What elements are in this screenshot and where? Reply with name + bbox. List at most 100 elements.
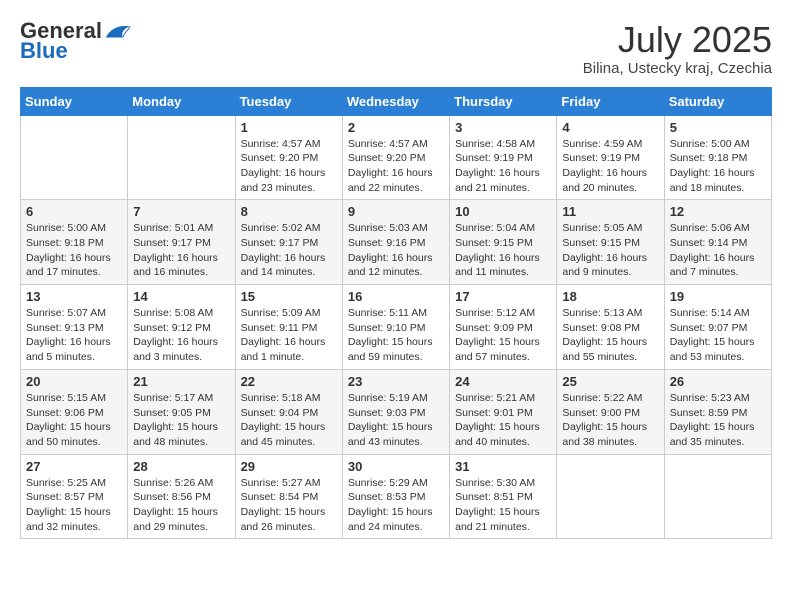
day-number: 16: [348, 289, 444, 304]
page-header: General Blue July 2025 Bilina, Ustecky k…: [20, 20, 772, 77]
calendar-cell: 24 Sunrise: 5:21 AM Sunset: 9:01 PM Dayli…: [450, 369, 557, 454]
calendar-cell: 25 Sunrise: 5:22 AM Sunset: 9:00 PM Dayli…: [557, 369, 664, 454]
calendar-cell: 26 Sunrise: 5:23 AM Sunset: 8:59 PM Dayli…: [664, 369, 771, 454]
calendar-week-row: 20Sunrise: 5:15 AM Sunset: 9:06 PM Dayli…: [21, 369, 772, 454]
day-info: Sunrise: 5:25 AM Sunset: 8:57 PM Dayligh…: [26, 476, 122, 535]
calendar-cell: 22 Sunrise: 5:18 AM Sunset: 9:04 PM Dayli…: [235, 369, 342, 454]
calendar-cell: [557, 454, 664, 539]
calendar-week-row: 1 Sunrise: 4:57 AM Sunset: 9:20 PM Daylig…: [21, 115, 772, 200]
day-info: Sunrise: 5:21 AM Sunset: 9:01 PM Dayligh…: [455, 391, 551, 450]
day-number: 18: [562, 289, 658, 304]
day-number: 27: [26, 459, 122, 474]
day-number: 26: [670, 374, 766, 389]
month-title: July 2025: [583, 20, 772, 60]
location-text: Bilina, Ustecky kraj, Czechia: [583, 60, 772, 77]
day-number: 6: [26, 204, 122, 219]
day-info: Sunrise: 5:03 AM Sunset: 9:16 PM Dayligh…: [348, 221, 444, 280]
calendar-cell: [664, 454, 771, 539]
day-info: Sunrise: 5:00 AM Sunset: 9:18 PM Dayligh…: [670, 137, 766, 196]
calendar-week-row: 13Sunrise: 5:07 AM Sunset: 9:13 PM Dayli…: [21, 285, 772, 370]
day-number: 8: [241, 204, 337, 219]
day-number: 5: [670, 120, 766, 135]
calendar-cell: 6 Sunrise: 5:00 AM Sunset: 9:18 PM Daylig…: [21, 200, 128, 285]
calendar-table: SundayMondayTuesdayWednesdayThursdayFrid…: [20, 87, 772, 540]
logo: General Blue: [20, 20, 132, 64]
day-number: 4: [562, 120, 658, 135]
day-number: 19: [670, 289, 766, 304]
calendar-cell: 15 Sunrise: 5:09 AM Sunset: 9:11 PM Dayli…: [235, 285, 342, 370]
day-info: Sunrise: 4:59 AM Sunset: 9:19 PM Dayligh…: [562, 137, 658, 196]
day-info: Sunrise: 5:12 AM Sunset: 9:09 PM Dayligh…: [455, 306, 551, 365]
calendar-cell: 16 Sunrise: 5:11 AM Sunset: 9:10 PM Dayli…: [342, 285, 449, 370]
day-number: 29: [241, 459, 337, 474]
logo-bird-icon: [104, 20, 132, 42]
calendar-week-row: 6 Sunrise: 5:00 AM Sunset: 9:18 PM Daylig…: [21, 200, 772, 285]
day-number: 17: [455, 289, 551, 304]
day-number: 12: [670, 204, 766, 219]
weekday-header: Saturday: [664, 87, 771, 115]
calendar-cell: 8 Sunrise: 5:02 AM Sunset: 9:17 PM Daylig…: [235, 200, 342, 285]
day-info: Sunrise: 5:00 AM Sunset: 9:18 PM Dayligh…: [26, 221, 122, 280]
calendar-cell: 30 Sunrise: 5:29 AM Sunset: 8:53 PM Dayli…: [342, 454, 449, 539]
day-info: Sunrise: 5:09 AM Sunset: 9:11 PM Dayligh…: [241, 306, 337, 365]
weekday-header: Thursday: [450, 87, 557, 115]
day-number: 10: [455, 204, 551, 219]
day-number: 30: [348, 459, 444, 474]
day-number: 14: [133, 289, 229, 304]
calendar-cell: 3 Sunrise: 4:58 AM Sunset: 9:19 PM Daylig…: [450, 115, 557, 200]
day-info: Sunrise: 4:57 AM Sunset: 9:20 PM Dayligh…: [241, 137, 337, 196]
calendar-cell: 31 Sunrise: 5:30 AM Sunset: 8:51 PM Dayli…: [450, 454, 557, 539]
calendar-header-row: SundayMondayTuesdayWednesdayThursdayFrid…: [21, 87, 772, 115]
day-info: Sunrise: 5:27 AM Sunset: 8:54 PM Dayligh…: [241, 476, 337, 535]
calendar-cell: 13Sunrise: 5:07 AM Sunset: 9:13 PM Dayli…: [21, 285, 128, 370]
day-number: 25: [562, 374, 658, 389]
calendar-cell: 23Sunrise: 5:19 AM Sunset: 9:03 PM Dayli…: [342, 369, 449, 454]
title-block: July 2025 Bilina, Ustecky kraj, Czechia: [583, 20, 772, 77]
day-number: 22: [241, 374, 337, 389]
day-number: 3: [455, 120, 551, 135]
day-info: Sunrise: 5:19 AM Sunset: 9:03 PM Dayligh…: [348, 391, 444, 450]
day-number: 2: [348, 120, 444, 135]
calendar-cell: 1 Sunrise: 4:57 AM Sunset: 9:20 PM Daylig…: [235, 115, 342, 200]
day-info: Sunrise: 4:58 AM Sunset: 9:19 PM Dayligh…: [455, 137, 551, 196]
day-info: Sunrise: 5:30 AM Sunset: 8:51 PM Dayligh…: [455, 476, 551, 535]
calendar-cell: 9 Sunrise: 5:03 AM Sunset: 9:16 PM Daylig…: [342, 200, 449, 285]
day-number: 9: [348, 204, 444, 219]
day-info: Sunrise: 5:15 AM Sunset: 9:06 PM Dayligh…: [26, 391, 122, 450]
weekday-header: Wednesday: [342, 87, 449, 115]
calendar-cell: 5 Sunrise: 5:00 AM Sunset: 9:18 PM Daylig…: [664, 115, 771, 200]
day-info: Sunrise: 5:04 AM Sunset: 9:15 PM Dayligh…: [455, 221, 551, 280]
calendar-cell: 29 Sunrise: 5:27 AM Sunset: 8:54 PM Dayli…: [235, 454, 342, 539]
calendar-cell: [128, 115, 235, 200]
calendar-cell: [21, 115, 128, 200]
day-number: 21: [133, 374, 229, 389]
day-info: Sunrise: 5:08 AM Sunset: 9:12 PM Dayligh…: [133, 306, 229, 365]
calendar-cell: 4 Sunrise: 4:59 AM Sunset: 9:19 PM Daylig…: [557, 115, 664, 200]
day-info: Sunrise: 5:26 AM Sunset: 8:56 PM Dayligh…: [133, 476, 229, 535]
day-info: Sunrise: 5:22 AM Sunset: 9:00 PM Dayligh…: [562, 391, 658, 450]
day-info: Sunrise: 5:11 AM Sunset: 9:10 PM Dayligh…: [348, 306, 444, 365]
day-number: 24: [455, 374, 551, 389]
calendar-cell: 27 Sunrise: 5:25 AM Sunset: 8:57 PM Dayli…: [21, 454, 128, 539]
weekday-header: Sunday: [21, 87, 128, 115]
calendar-cell: 17 Sunrise: 5:12 AM Sunset: 9:09 PM Dayli…: [450, 285, 557, 370]
day-number: 15: [241, 289, 337, 304]
weekday-header: Monday: [128, 87, 235, 115]
day-number: 7: [133, 204, 229, 219]
calendar-cell: 21Sunrise: 5:17 AM Sunset: 9:05 PM Dayli…: [128, 369, 235, 454]
day-number: 31: [455, 459, 551, 474]
day-info: Sunrise: 5:29 AM Sunset: 8:53 PM Dayligh…: [348, 476, 444, 535]
weekday-header: Friday: [557, 87, 664, 115]
day-info: Sunrise: 5:18 AM Sunset: 9:04 PM Dayligh…: [241, 391, 337, 450]
day-number: 1: [241, 120, 337, 135]
calendar-cell: 14 Sunrise: 5:08 AM Sunset: 9:12 PM Dayli…: [128, 285, 235, 370]
calendar-cell: 19 Sunrise: 5:14 AM Sunset: 9:07 PM Dayli…: [664, 285, 771, 370]
day-number: 28: [133, 459, 229, 474]
day-info: Sunrise: 4:57 AM Sunset: 9:20 PM Dayligh…: [348, 137, 444, 196]
calendar-cell: 12 Sunrise: 5:06 AM Sunset: 9:14 PM Dayli…: [664, 200, 771, 285]
day-info: Sunrise: 5:02 AM Sunset: 9:17 PM Dayligh…: [241, 221, 337, 280]
day-info: Sunrise: 5:06 AM Sunset: 9:14 PM Dayligh…: [670, 221, 766, 280]
calendar-cell: 20Sunrise: 5:15 AM Sunset: 9:06 PM Dayli…: [21, 369, 128, 454]
day-info: Sunrise: 5:23 AM Sunset: 8:59 PM Dayligh…: [670, 391, 766, 450]
day-info: Sunrise: 5:14 AM Sunset: 9:07 PM Dayligh…: [670, 306, 766, 365]
